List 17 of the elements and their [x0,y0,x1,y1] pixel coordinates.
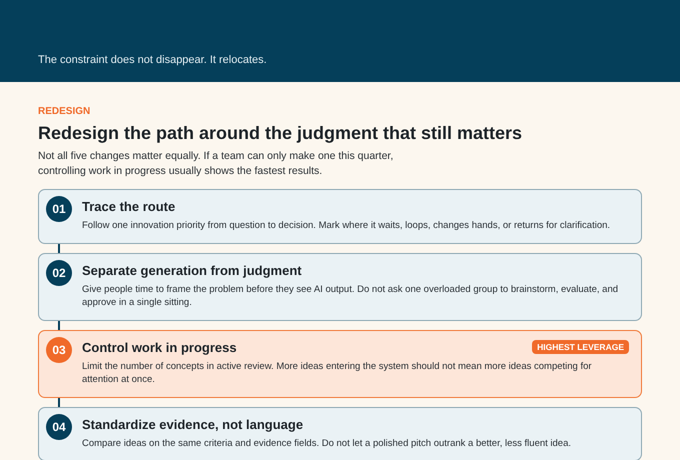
step-number: 01 [46,196,72,222]
header-subtitle: The constraint does not disappear. It relocates. [38,54,268,66]
step-number: 02 [46,260,72,286]
step-description: Limit the number of concepts in active review. More ideas entering the system should not mean more ideas competing for attention at once. [82,360,593,386]
section-title: Redesign the path around the judgment that still matters [38,123,524,144]
step-description: Give people time to frame the problem before they see AI output. Do not ask one overloaded group to brainstorm, evaluate, and approve in a single sitting. [82,282,620,310]
step-description: Follow one innovation priority from question to decision. Mark where it waits, loops, changes hands, or returns for clarification. [82,219,612,232]
step-title: Trace the route [82,199,176,214]
step-number: 03 [46,336,72,362]
leverage-badge: HIGHEST LEVERAGE [532,340,629,354]
step-description: Compare ideas on the same criteria and evidence fields. Do not let a polished pitch outrank a better, less fluent idea. [82,436,572,450]
section-intro: Not all five changes matter equally. If a team can only make one this quarter, controlling work in progress usually shows the fastest results. [38,149,394,179]
step-title: Separate generation from judgment [82,262,302,278]
step-title: Standardize evidence, not language [82,416,304,432]
step-title: Control work in progress [82,340,237,354]
section-eyebrow: REDESIGN [38,106,92,117]
step-number: 04 [46,414,72,440]
